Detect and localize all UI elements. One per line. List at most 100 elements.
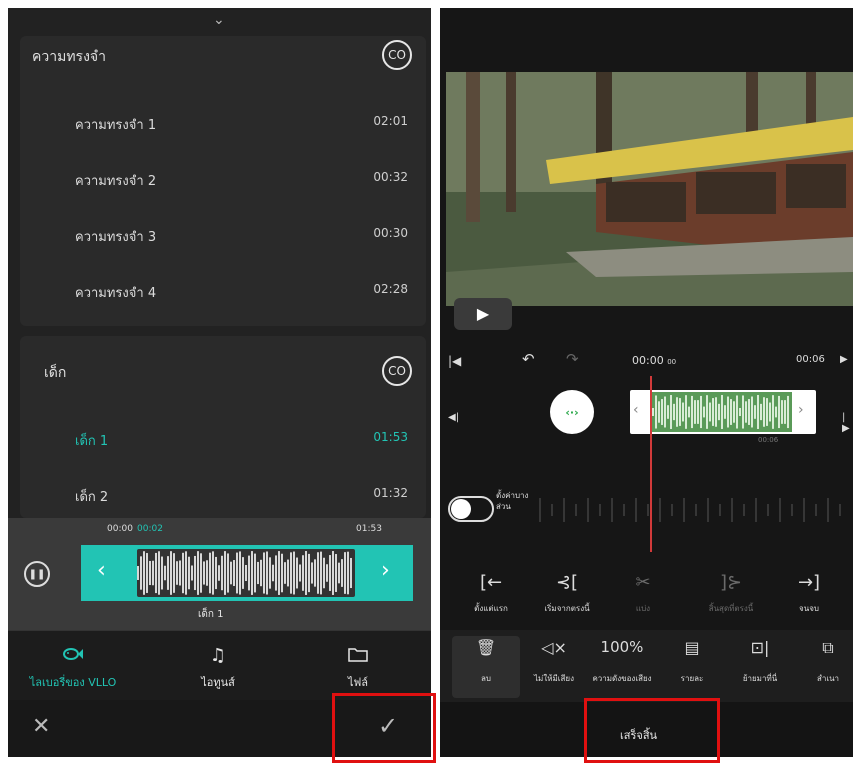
highlight-done: [584, 698, 720, 763]
clip-waveform-bar: [715, 397, 717, 427]
clip-waveform-bar: [703, 406, 705, 418]
waveform-bar: [209, 552, 211, 594]
skip-to-start-icon[interactable]: |◀: [448, 354, 461, 368]
tool-label: จนจบ: [799, 604, 819, 613]
waveform-bar: [254, 553, 256, 593]
clip-waveform-bar: [688, 406, 690, 418]
pause-icon[interactable]: ❚❚: [24, 561, 50, 587]
track-row-selected[interactable]: เด็ก 1 01:53: [20, 416, 426, 462]
move-clip-handle-icon[interactable]: ‹·›: [550, 390, 594, 434]
mute-button[interactable]: ◁× ไม่ให้มีเสียง: [522, 638, 586, 685]
waveform-bar: [140, 556, 142, 590]
move-here-icon: ⊡|: [750, 638, 770, 657]
redo-icon[interactable]: ↷: [566, 350, 579, 368]
details-button[interactable]: ▤ รายละ: [660, 638, 724, 685]
music-note-icon: ♫: [209, 645, 227, 666]
tab-vllo-library[interactable]: ไลเบอรี่ของ VLLO: [8, 645, 138, 691]
timecode-current: 00:00 00: [632, 354, 676, 367]
waveform-bar: [212, 551, 214, 595]
tab-itunes[interactable]: ♫ ไอทูนส์: [153, 645, 283, 691]
waveform-bar: [350, 557, 352, 589]
clip-waveform-bar: [751, 396, 753, 428]
volume-value: 100%: [600, 638, 644, 656]
clip-waveform-bar: [742, 395, 744, 429]
waveform-bar: [242, 557, 244, 589]
clip-waveform-bar: [739, 407, 741, 417]
clip-right-handle-icon[interactable]: ›: [798, 402, 804, 418]
waveform-bar: [326, 564, 328, 582]
duplicate-button[interactable]: ⧉ สำเนา: [796, 638, 853, 685]
track-row[interactable]: ความทรงจำ 3 00:30: [20, 212, 426, 258]
trim-start-icon[interactable]: [←: [454, 572, 528, 593]
volume-button[interactable]: 100% ความดังของเสียง: [590, 638, 654, 685]
skip-to-end-icon[interactable]: ▶: [840, 354, 848, 365]
playlist-title: ความทรงจำ: [32, 49, 106, 65]
cut-here-icon[interactable]: ⊰[: [530, 572, 604, 593]
undo-icon[interactable]: ↶: [522, 350, 535, 368]
waveform-bar: [197, 551, 199, 595]
waveform-bar: [302, 555, 304, 591]
waveform-bar: [149, 560, 151, 586]
source-tabs: ไลเบอรี่ของ VLLO ♫ ไอทูนส์ ไฟล์: [8, 630, 431, 700]
clip-waveform-bar: [697, 400, 699, 424]
timeline-ruler: [539, 498, 841, 522]
highlight-confirm: [332, 693, 436, 763]
clip-waveform-graphic: [652, 395, 789, 429]
waveform-bar: [338, 562, 340, 584]
track-row[interactable]: ความทรงจำ 2 00:32: [20, 156, 426, 202]
next-frame-icon[interactable]: |▶: [842, 412, 853, 434]
waveform-bar: [305, 551, 307, 595]
player-track-name: เด็ก 1: [198, 609, 224, 620]
co-badge-icon[interactable]: CO: [382, 356, 412, 386]
tool-label: สิ้นสุดที่ตรงนี้: [708, 604, 754, 613]
clip-waveform-bar: [757, 395, 759, 429]
waveform-bar: [287, 559, 289, 587]
waveform-bar: [191, 565, 193, 581]
collapse-chevron-icon[interactable]: ⌄: [213, 12, 225, 28]
delete-button[interactable]: 🗑 ลบ: [454, 638, 518, 685]
clip-waveform-bar: [718, 403, 720, 421]
audio-clip[interactable]: ‹ › 00:06: [630, 390, 816, 444]
trim-left-handle-icon[interactable]: ‹: [97, 559, 106, 583]
end-here-icon[interactable]: ]⊱: [694, 572, 768, 593]
waveform-bar: [257, 561, 259, 585]
play-button[interactable]: ▶: [454, 298, 512, 330]
split-icon[interactable]: ✂: [606, 572, 680, 593]
player-time-current: 00:02: [137, 524, 163, 534]
track-row[interactable]: เด็ก 2 01:32: [20, 472, 426, 518]
partial-settings-toggle[interactable]: [448, 496, 494, 522]
editor-panel: ▶ |◀ ↶ ↷ 00:00 00 00:06 ▶ ◀| ‹·› ‹ › 00:…: [440, 8, 853, 757]
tab-files[interactable]: ไฟล์: [293, 645, 423, 691]
clip-left-handle-icon[interactable]: ‹: [633, 402, 639, 418]
clip-waveform-bar: [736, 395, 738, 429]
video-preview[interactable]: [446, 72, 853, 306]
waveform-bar: [341, 559, 343, 587]
prev-frame-icon[interactable]: ◀|: [448, 412, 459, 423]
clip-waveform-bar: [676, 397, 678, 427]
waveform-bar: [329, 555, 331, 591]
co-badge-icon[interactable]: CO: [382, 40, 412, 70]
waveform-bar: [293, 551, 295, 595]
waveform-bar: [221, 555, 223, 591]
trim-right-handle-icon[interactable]: ›: [381, 559, 390, 583]
waveform-trim-bar[interactable]: ‹ ›: [81, 545, 413, 601]
track-name: ความทรงจำ 2: [75, 174, 157, 189]
waveform-bar: [320, 551, 322, 595]
waveform-bar: [290, 552, 292, 594]
details-icon: ▤: [684, 638, 700, 657]
trim-end-icon[interactable]: →]: [772, 572, 846, 593]
clip-waveform-bar: [769, 402, 771, 422]
waveform-bar: [245, 564, 247, 582]
clip-waveform-bar: [775, 406, 777, 418]
clip-waveform-bar: [673, 403, 675, 421]
track-duration: 00:32: [373, 170, 408, 184]
clip-waveform-bar: [685, 395, 687, 429]
move-here-button[interactable]: ⊡| ย้ายมาที่นี่: [728, 638, 792, 685]
cancel-button[interactable]: ✕: [32, 714, 50, 739]
track-row[interactable]: ความทรงจำ 1 02:01: [20, 100, 426, 146]
waveform-bar: [206, 560, 208, 586]
track-duration: 00:30: [373, 226, 408, 240]
tab-label: ไฟล์: [347, 676, 369, 689]
waveform-bar: [164, 565, 166, 581]
track-row[interactable]: ความทรงจำ 4 02:28: [20, 268, 426, 314]
